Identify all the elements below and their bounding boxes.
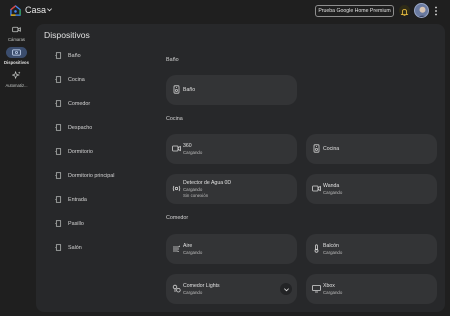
room-list-item[interactable]: Salón (55, 244, 82, 251)
room-icon (55, 76, 62, 83)
device-name: Detector de Agua 0D (183, 180, 232, 186)
home-name[interactable]: Casa (25, 5, 46, 15)
device-status: Cargando (323, 290, 343, 295)
device-card[interactable]: Baño (166, 75, 297, 105)
rail-pill (6, 70, 27, 81)
device-status: Cargando (323, 250, 343, 255)
device-card[interactable]: 360 Cargando (166, 134, 297, 164)
device-status: Cargando (183, 187, 203, 192)
premium-trial-button[interactable]: Prueba Google Home Premium (315, 5, 394, 17)
room-label: Despacho (68, 124, 93, 131)
room-icon (55, 124, 62, 131)
room-list-item[interactable]: Dormitorio (55, 148, 93, 155)
more-options-icon[interactable] (434, 6, 438, 16)
room-icon (55, 220, 62, 227)
device-name: Cocina (323, 146, 340, 152)
rail-item-automations[interactable]: Automatiz... (0, 70, 33, 88)
speaker-icon (313, 144, 320, 153)
room-icon (55, 172, 62, 179)
expand-button[interactable] (280, 283, 292, 295)
device-card[interactable]: Aire Cargando (166, 234, 297, 264)
camera-icon (172, 145, 181, 152)
rail-label: Dispositivos (4, 60, 29, 65)
device-card[interactable]: Comedor Lights Cargando (166, 274, 297, 304)
device-status: Cargando (183, 150, 203, 155)
notifications-icon[interactable] (399, 5, 410, 16)
room-icon (55, 196, 62, 203)
thermometer-icon (314, 244, 319, 253)
chevron-down-icon[interactable] (46, 6, 53, 13)
lights-icon (172, 284, 181, 293)
room-list-item[interactable]: Baño (55, 52, 81, 59)
room-list-item[interactable]: Entrada (55, 196, 87, 203)
room-icon (55, 244, 62, 251)
device-card[interactable]: Cocina (306, 134, 437, 164)
air-icon (173, 245, 180, 253)
room-label: Baño (68, 52, 81, 59)
device-status: Cargando (323, 190, 343, 195)
room-label: Comedor (68, 100, 91, 107)
account-avatar[interactable] (414, 3, 429, 18)
rail-pill (6, 24, 27, 35)
google-home-logo-icon (10, 5, 21, 16)
room-label: Salón (68, 244, 82, 251)
device-card[interactable]: Wanda Cargando (306, 174, 437, 204)
room-label: Dormitorio principal (68, 172, 115, 179)
room-list-item[interactable]: Pasillo (55, 220, 84, 227)
tv-icon (312, 284, 321, 293)
device-name: Balcón (323, 243, 339, 249)
camera-icon (12, 26, 21, 33)
room-list-item[interactable]: Dormitorio principal (55, 172, 114, 179)
device-connection-status: Sin conexión (183, 193, 209, 198)
rail-item-cameras[interactable]: Cámaras (0, 24, 33, 42)
room-icon (55, 148, 62, 155)
rail-label: Automatiz... (5, 83, 28, 88)
sensor-icon (172, 185, 181, 192)
device-status: Cargando (183, 250, 203, 255)
rail-label: Cámaras (8, 37, 25, 42)
page-title: Dispositivos (44, 30, 90, 40)
room-list-item[interactable]: Cocina (55, 76, 85, 83)
device-name: Aire (183, 243, 193, 249)
device-card[interactable]: Detector de Agua 0D Cargando Sin conexió… (166, 174, 297, 204)
rail-item-devices[interactable]: Dispositivos (0, 47, 33, 65)
section-heading: Cocina (166, 116, 183, 122)
navigation-rail: Cámaras Dispositivos Automatiz... (0, 22, 33, 316)
room-list-item[interactable]: Despacho (55, 124, 92, 131)
sparkle-icon (12, 71, 21, 80)
chevron-down-icon (283, 287, 289, 291)
room-label: Dormitorio (68, 148, 93, 155)
device-card[interactable]: Balcón Cargando (306, 234, 437, 264)
device-name: Comedor Lights (183, 283, 220, 289)
section-heading: Comedor (166, 215, 189, 221)
rail-pill-active (6, 47, 27, 58)
device-card[interactable]: Xbox Cargando (306, 274, 437, 304)
devices-panel: Dispositivos Baño Cocina Comedor Despach… (36, 24, 445, 312)
device-status: Cargando (183, 290, 203, 295)
speaker-icon (173, 85, 180, 94)
room-label: Cocina (68, 76, 85, 83)
device-name: Baño (183, 87, 196, 93)
room-list-item[interactable]: Comedor (55, 100, 90, 107)
room-icon (55, 52, 62, 59)
device-name: Wanda (323, 183, 340, 189)
devices-icon (12, 49, 21, 56)
device-name: Xbox (323, 283, 335, 289)
room-icon (55, 100, 62, 107)
section-heading: Baño (166, 57, 179, 63)
top-bar: Casa Prueba Google Home Premium (0, 0, 450, 22)
room-label: Pasillo (68, 220, 84, 227)
room-label: Entrada (68, 196, 87, 203)
device-name: 360 (183, 143, 192, 149)
camera-icon (312, 185, 321, 192)
